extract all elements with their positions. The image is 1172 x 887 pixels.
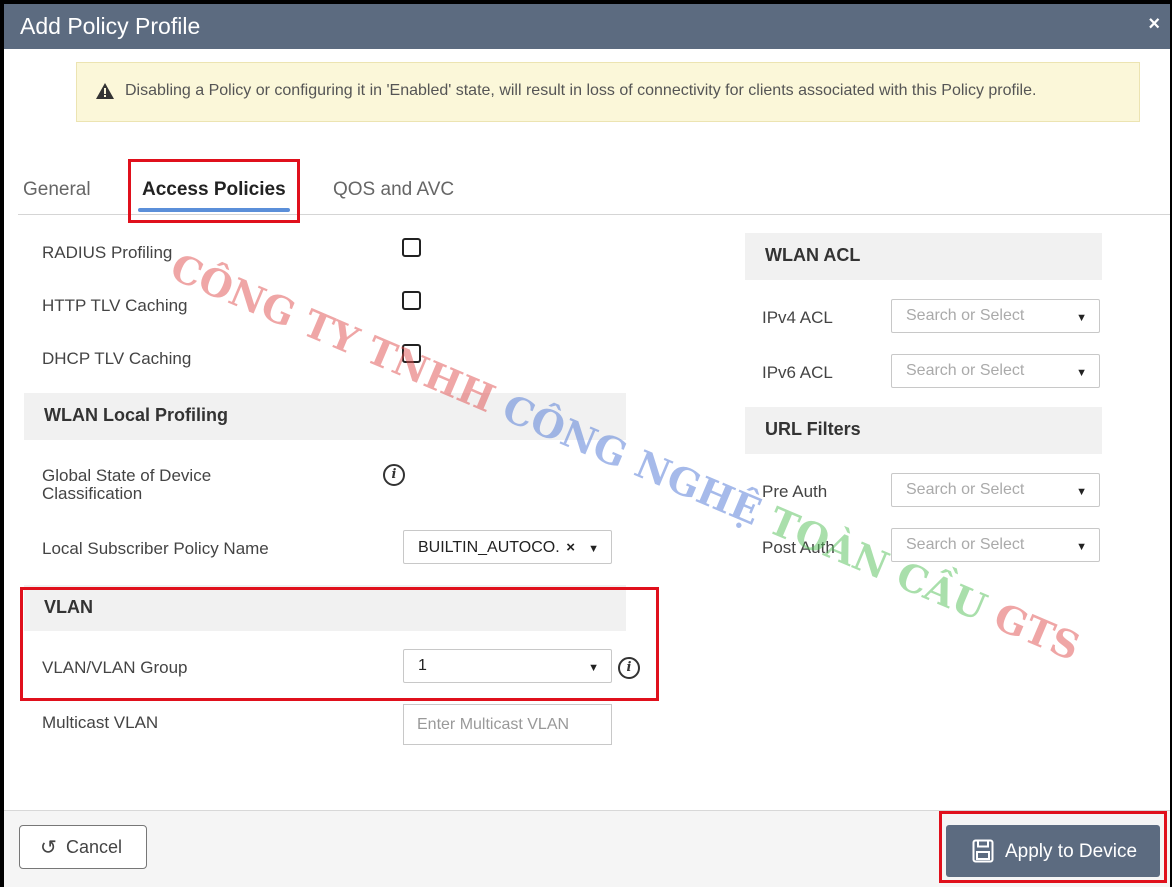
ipv4-acl-placeholder: Search or Select — [906, 307, 1025, 324]
tab-access-policies[interactable]: Access Policies — [142, 179, 286, 201]
tab-bar: General Access Policies QOS and AVC — [18, 164, 1170, 215]
chevron-down-icon: ▼ — [1076, 312, 1087, 324]
wlan-acl-section: WLAN ACL — [745, 233, 1102, 280]
cancel-button-label: Cancel — [66, 837, 123, 857]
ipv6-acl-placeholder: Search or Select — [906, 362, 1025, 379]
multicast-vlan-label: Multicast VLAN — [42, 713, 159, 732]
pre-auth-placeholder: Search or Select — [906, 481, 1025, 498]
undo-icon: ↺ — [40, 837, 57, 859]
ipv6-acl-label: IPv6 ACL — [762, 363, 833, 382]
info-icon[interactable]: i — [618, 657, 640, 679]
add-policy-profile-dialog: Add Policy Profile × Disabling a Policy … — [4, 4, 1170, 887]
post-auth-label: Post Auth — [762, 538, 835, 557]
warning-icon — [96, 83, 114, 99]
clear-icon[interactable]: × — [566, 539, 575, 556]
info-icon[interactable]: i — [383, 464, 405, 486]
url-filters-heading: URL Filters — [765, 419, 861, 439]
pre-auth-select[interactable]: Search or Select ▼ — [891, 473, 1100, 507]
save-icon — [972, 839, 994, 863]
post-auth-placeholder: Search or Select — [906, 536, 1025, 553]
http-tlv-caching-label: HTTP TLV Caching — [42, 296, 188, 315]
dialog-title: Add Policy Profile — [20, 13, 201, 39]
wlan-local-profiling-section: WLAN Local Profiling — [24, 393, 626, 440]
http-tlv-caching-checkbox[interactable] — [402, 291, 421, 310]
chevron-down-icon: ▼ — [1076, 486, 1087, 498]
chevron-down-icon: ▼ — [588, 543, 599, 555]
chevron-down-icon: ▼ — [588, 662, 599, 674]
vlan-section: VLAN — [24, 585, 626, 631]
global-state-label: Global State of Device Classification — [42, 467, 211, 503]
dialog-footer: ↺ Cancel Apply to Device — [4, 810, 1170, 887]
vlan-heading: VLAN — [44, 597, 93, 617]
chevron-down-icon: ▼ — [1076, 367, 1087, 379]
wlan-acl-heading: WLAN ACL — [765, 245, 861, 265]
ipv6-acl-select[interactable]: Search or Select ▼ — [891, 354, 1100, 388]
warning-text: Disabling a Policy or configuring it in … — [125, 82, 1037, 99]
local-subscriber-policy-value: BUILTIN_AUTOCO. — [418, 539, 560, 556]
cancel-button[interactable]: ↺ Cancel — [19, 825, 147, 869]
post-auth-select[interactable]: Search or Select ▼ — [891, 528, 1100, 562]
dhcp-tlv-caching-label: DHCP TLV Caching — [42, 349, 192, 368]
local-subscriber-policy-select[interactable]: BUILTIN_AUTOCO. × ▼ — [403, 530, 612, 564]
vlan-group-label: VLAN/VLAN Group — [42, 658, 188, 677]
dialog-header: Add Policy Profile × — [4, 4, 1170, 49]
close-icon[interactable]: × — [1148, 13, 1160, 36]
radius-profiling-checkbox[interactable] — [402, 238, 421, 257]
wlan-local-profiling-heading: WLAN Local Profiling — [44, 405, 228, 425]
tab-general[interactable]: General — [23, 179, 91, 201]
pre-auth-label: Pre Auth — [762, 482, 828, 501]
local-subscriber-policy-label: Local Subscriber Policy Name — [42, 539, 269, 558]
apply-to-device-button[interactable]: Apply to Device — [946, 825, 1160, 877]
ipv4-acl-label: IPv4 ACL — [762, 308, 833, 327]
radius-profiling-label: RADIUS Profiling — [42, 243, 173, 262]
multicast-vlan-input[interactable] — [403, 704, 612, 745]
url-filters-section: URL Filters — [745, 407, 1102, 454]
chevron-down-icon: ▼ — [1076, 541, 1087, 553]
apply-to-device-label: Apply to Device — [1005, 841, 1138, 862]
global-state-label-line2: Classification — [42, 484, 143, 503]
dhcp-tlv-caching-checkbox[interactable] — [402, 344, 421, 363]
active-tab-indicator — [138, 208, 290, 212]
warning-banner: Disabling a Policy or configuring it in … — [76, 62, 1140, 122]
tab-qos-and-avc[interactable]: QOS and AVC — [333, 179, 454, 201]
vlan-group-value: 1 — [418, 657, 427, 674]
global-state-label-line1: Global State of Device — [42, 466, 212, 485]
ipv4-acl-select[interactable]: Search or Select ▼ — [891, 299, 1100, 333]
vlan-group-select[interactable]: 1 ▼ — [403, 649, 612, 683]
